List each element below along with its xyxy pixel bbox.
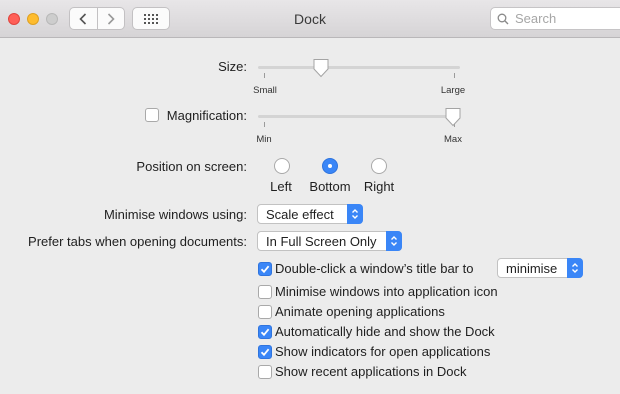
position-option-right: Right xyxy=(363,179,395,194)
magnification-slider-thumb[interactable] xyxy=(444,107,462,127)
double-click-title-bar-label: Double-click a window’s title bar to xyxy=(275,261,474,276)
minimise-effect-value: Scale effect xyxy=(266,206,334,222)
magnification-slider-track[interactable] xyxy=(258,115,460,118)
position-option-bottom: Bottom xyxy=(309,179,351,194)
magnification-min-label: Min xyxy=(256,134,272,145)
minimise-into-app-icon-checkbox[interactable] xyxy=(258,285,272,299)
minimise-label: Minimise windows using: xyxy=(103,207,247,222)
position-radio-right[interactable] xyxy=(371,158,387,174)
auto-hide-dock-checkbox[interactable] xyxy=(258,325,272,339)
title-bar: Dock Search xyxy=(0,0,620,38)
size-min-label: Small xyxy=(253,85,277,96)
size-slider-tick-min xyxy=(264,73,265,78)
position-radio-bottom[interactable] xyxy=(322,158,338,174)
search-icon xyxy=(497,13,509,24)
position-radio-left[interactable] xyxy=(274,158,290,174)
popup-arrows-icon xyxy=(386,231,402,251)
checkmark-icon xyxy=(260,265,270,274)
animate-opening-label: Animate opening applications xyxy=(275,304,445,319)
show-indicators-label: Show indicators for open applications xyxy=(275,344,491,359)
size-slider-thumb[interactable] xyxy=(312,58,330,78)
size-slider-track[interactable] xyxy=(258,66,460,69)
auto-hide-dock-label: Automatically hide and show the Dock xyxy=(275,324,495,339)
magnification-checkbox[interactable] xyxy=(145,108,159,122)
search-field[interactable]: Search xyxy=(490,7,620,30)
double-click-title-bar-checkbox[interactable] xyxy=(258,262,272,276)
popup-arrows-icon xyxy=(347,204,363,224)
animate-opening-checkbox[interactable] xyxy=(258,305,272,319)
checkmark-icon xyxy=(260,328,270,337)
double-click-action-popup[interactable]: minimise xyxy=(497,258,583,278)
tabs-label: Prefer tabs when opening documents: xyxy=(28,234,247,249)
size-max-label: Large xyxy=(440,85,466,96)
minimise-into-app-icon-label: Minimise windows into application icon xyxy=(275,284,498,299)
magnification-slider-tick-min xyxy=(264,122,265,127)
position-label: Position on screen: xyxy=(136,159,247,174)
magnification-max-label: Max xyxy=(444,134,462,145)
search-placeholder: Search xyxy=(515,11,557,26)
popup-arrows-icon xyxy=(567,258,583,278)
double-click-action-value: minimise xyxy=(506,260,558,276)
show-indicators-checkbox[interactable] xyxy=(258,345,272,359)
position-option-left: Left xyxy=(270,179,292,194)
show-recent-apps-checkbox[interactable] xyxy=(258,365,272,379)
checkmark-icon xyxy=(260,348,270,357)
show-recent-apps-label: Show recent applications in Dock xyxy=(275,364,467,379)
minimise-effect-popup[interactable]: Scale effect xyxy=(257,204,363,224)
magnification-label: Magnification: xyxy=(166,108,247,123)
size-slider-tick-max xyxy=(454,73,455,78)
size-label: Size: xyxy=(218,59,247,74)
tabs-preference-popup[interactable]: In Full Screen Only xyxy=(257,231,402,251)
tabs-preference-value: In Full Screen Only xyxy=(266,233,377,249)
